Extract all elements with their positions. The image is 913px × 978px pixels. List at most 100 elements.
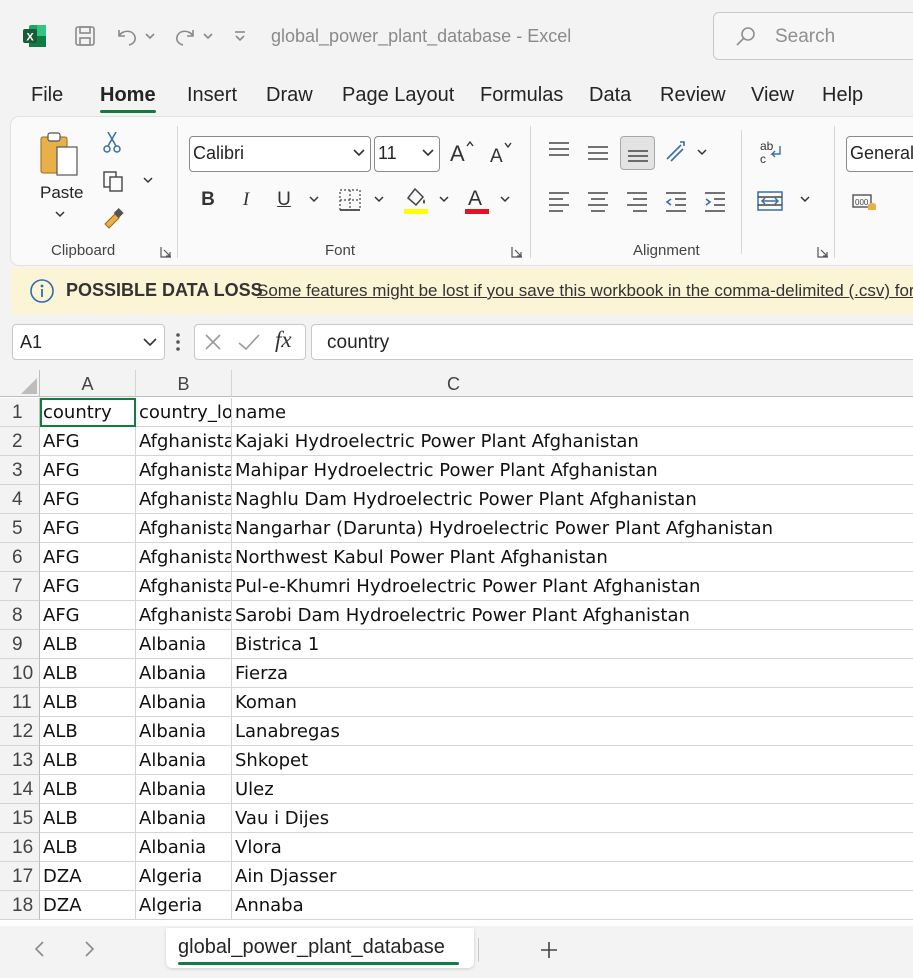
row-header[interactable]: 15	[0, 804, 40, 833]
cell-a[interactable]: country	[40, 398, 136, 427]
redo-icon[interactable]	[171, 22, 215, 50]
align-right-icon[interactable]	[624, 188, 650, 214]
cell-c[interactable]: Ulez	[232, 775, 913, 804]
cell-c[interactable]: Lanabregas	[232, 717, 913, 746]
borders-icon[interactable]	[337, 186, 363, 214]
cell-a[interactable]: ALB	[40, 630, 136, 659]
alignment-launcher-icon[interactable]	[816, 245, 830, 259]
sheet-tab-global-power-plant-database[interactable]: global_power_plant_database	[166, 928, 474, 968]
cell-b[interactable]: Afghanistan	[136, 601, 232, 630]
previous-sheet-icon[interactable]	[32, 940, 48, 958]
row-header[interactable]: 2	[0, 427, 40, 456]
row-header[interactable]: 7	[0, 572, 40, 601]
wrap-text-icon[interactable]: ab c	[756, 138, 786, 168]
row-header[interactable]: 13	[0, 746, 40, 775]
font-color-icon[interactable]: A	[463, 184, 491, 216]
cell-a[interactable]: ALB	[40, 746, 136, 775]
paste-icon[interactable]	[36, 128, 86, 180]
column-header-b[interactable]: B	[136, 370, 232, 397]
select-all-corner[interactable]	[0, 370, 40, 397]
underline-chevron-icon[interactable]	[306, 193, 322, 207]
cell-b[interactable]: Albania	[136, 659, 232, 688]
top-align-icon[interactable]	[546, 138, 572, 164]
cell-b[interactable]: Afghanistan	[136, 456, 232, 485]
cell-c[interactable]: Naghlu Dam Hydroelectric Power Plant Afg…	[232, 485, 913, 514]
number-format-dropdown[interactable]: General	[846, 136, 913, 172]
underline-button[interactable]: U	[272, 187, 296, 213]
cell-a[interactable]: AFG	[40, 601, 136, 630]
confirm-edit-icon[interactable]	[237, 332, 261, 352]
fill-color-chevron-icon[interactable]	[436, 193, 452, 207]
cell-c[interactable]: Sarobi Dam Hydroelectric Power Plant Afg…	[232, 601, 913, 630]
search-box[interactable]: Search	[713, 12, 913, 60]
tab-review[interactable]: Review	[660, 84, 726, 107]
number-format-icon[interactable]: 000	[850, 188, 880, 216]
add-sheet-icon[interactable]	[539, 940, 559, 960]
cancel-edit-icon[interactable]	[203, 332, 223, 352]
cell-b[interactable]: Afghanistan	[136, 427, 232, 456]
row-header[interactable]: 12	[0, 717, 40, 746]
tab-formulas[interactable]: Formulas	[480, 84, 563, 107]
cell-a[interactable]: DZA	[40, 891, 136, 920]
cell-b[interactable]: Albania	[136, 630, 232, 659]
font-size-dropdown[interactable]: 11	[374, 136, 440, 172]
cell-c[interactable]: Shkopet	[232, 746, 913, 775]
merge-center-icon[interactable]	[755, 187, 785, 215]
insert-function-icon[interactable]: fx	[275, 327, 292, 353]
font-name-dropdown[interactable]: Calibri	[189, 136, 371, 172]
cell-a[interactable]: AFG	[40, 427, 136, 456]
cell-c[interactable]: Bistrica 1	[232, 630, 913, 659]
decrease-font-size-icon[interactable]: A	[488, 138, 516, 166]
row-header[interactable]: 18	[0, 891, 40, 920]
copy-chevron-icon[interactable]	[140, 174, 156, 188]
cell-c[interactable]: Annaba	[232, 891, 913, 920]
cell-b[interactable]: Albania	[136, 775, 232, 804]
orientation-icon[interactable]	[662, 138, 690, 166]
tab-file[interactable]: File	[31, 84, 63, 107]
name-box[interactable]: A1	[12, 324, 165, 360]
cell-b[interactable]: Algeria	[136, 862, 232, 891]
cell-a[interactable]: ALB	[40, 804, 136, 833]
formula-input[interactable]: country	[311, 324, 913, 360]
tab-draw[interactable]: Draw	[266, 84, 313, 107]
cell-a[interactable]: ALB	[40, 688, 136, 717]
tab-home[interactable]: Home	[100, 84, 156, 107]
bottom-align-icon[interactable]	[620, 136, 655, 170]
cell-c[interactable]: Northwest Kabul Power Plant Afghanistan	[232, 543, 913, 572]
increase-font-size-icon[interactable]: A	[448, 138, 476, 166]
cell-c[interactable]: name	[232, 398, 913, 427]
customize-toolbar-icon[interactable]	[228, 22, 252, 50]
copy-icon[interactable]	[100, 168, 126, 194]
decrease-indent-icon[interactable]	[663, 188, 689, 214]
cell-b[interactable]: Albania	[136, 746, 232, 775]
cell-a[interactable]: AFG	[40, 485, 136, 514]
format-painter-icon[interactable]	[100, 205, 126, 231]
row-header[interactable]: 16	[0, 833, 40, 862]
row-header[interactable]: 8	[0, 601, 40, 630]
bold-button[interactable]: B	[196, 187, 220, 213]
row-header[interactable]: 3	[0, 456, 40, 485]
tab-insert[interactable]: Insert	[187, 84, 237, 107]
row-header[interactable]: 1	[0, 398, 40, 427]
cell-a[interactable]: ALB	[40, 659, 136, 688]
cell-c[interactable]: Pul-e-Khumri Hydroelectric Power Plant A…	[232, 572, 913, 601]
next-sheet-icon[interactable]	[81, 940, 97, 958]
row-header[interactable]: 9	[0, 630, 40, 659]
cell-c[interactable]: Nangarhar (Darunta) Hydroelectric Power …	[232, 514, 913, 543]
cell-b[interactable]: Algeria	[136, 891, 232, 920]
row-header[interactable]: 14	[0, 775, 40, 804]
cell-b[interactable]: Afghanistan	[136, 514, 232, 543]
cell-a[interactable]: ALB	[40, 833, 136, 862]
cell-a[interactable]: AFG	[40, 514, 136, 543]
row-header[interactable]: 6	[0, 543, 40, 572]
tab-page-layout[interactable]: Page Layout	[342, 84, 454, 107]
cell-b[interactable]: Albania	[136, 717, 232, 746]
paste-chevron-icon[interactable]	[52, 207, 68, 223]
tab-help[interactable]: Help	[822, 84, 863, 107]
borders-chevron-icon[interactable]	[371, 193, 387, 207]
cell-b[interactable]: Albania	[136, 804, 232, 833]
font-color-chevron-icon[interactable]	[497, 193, 513, 207]
cell-a[interactable]: AFG	[40, 456, 136, 485]
fill-color-icon[interactable]	[402, 184, 430, 216]
orientation-chevron-icon[interactable]	[694, 146, 710, 160]
